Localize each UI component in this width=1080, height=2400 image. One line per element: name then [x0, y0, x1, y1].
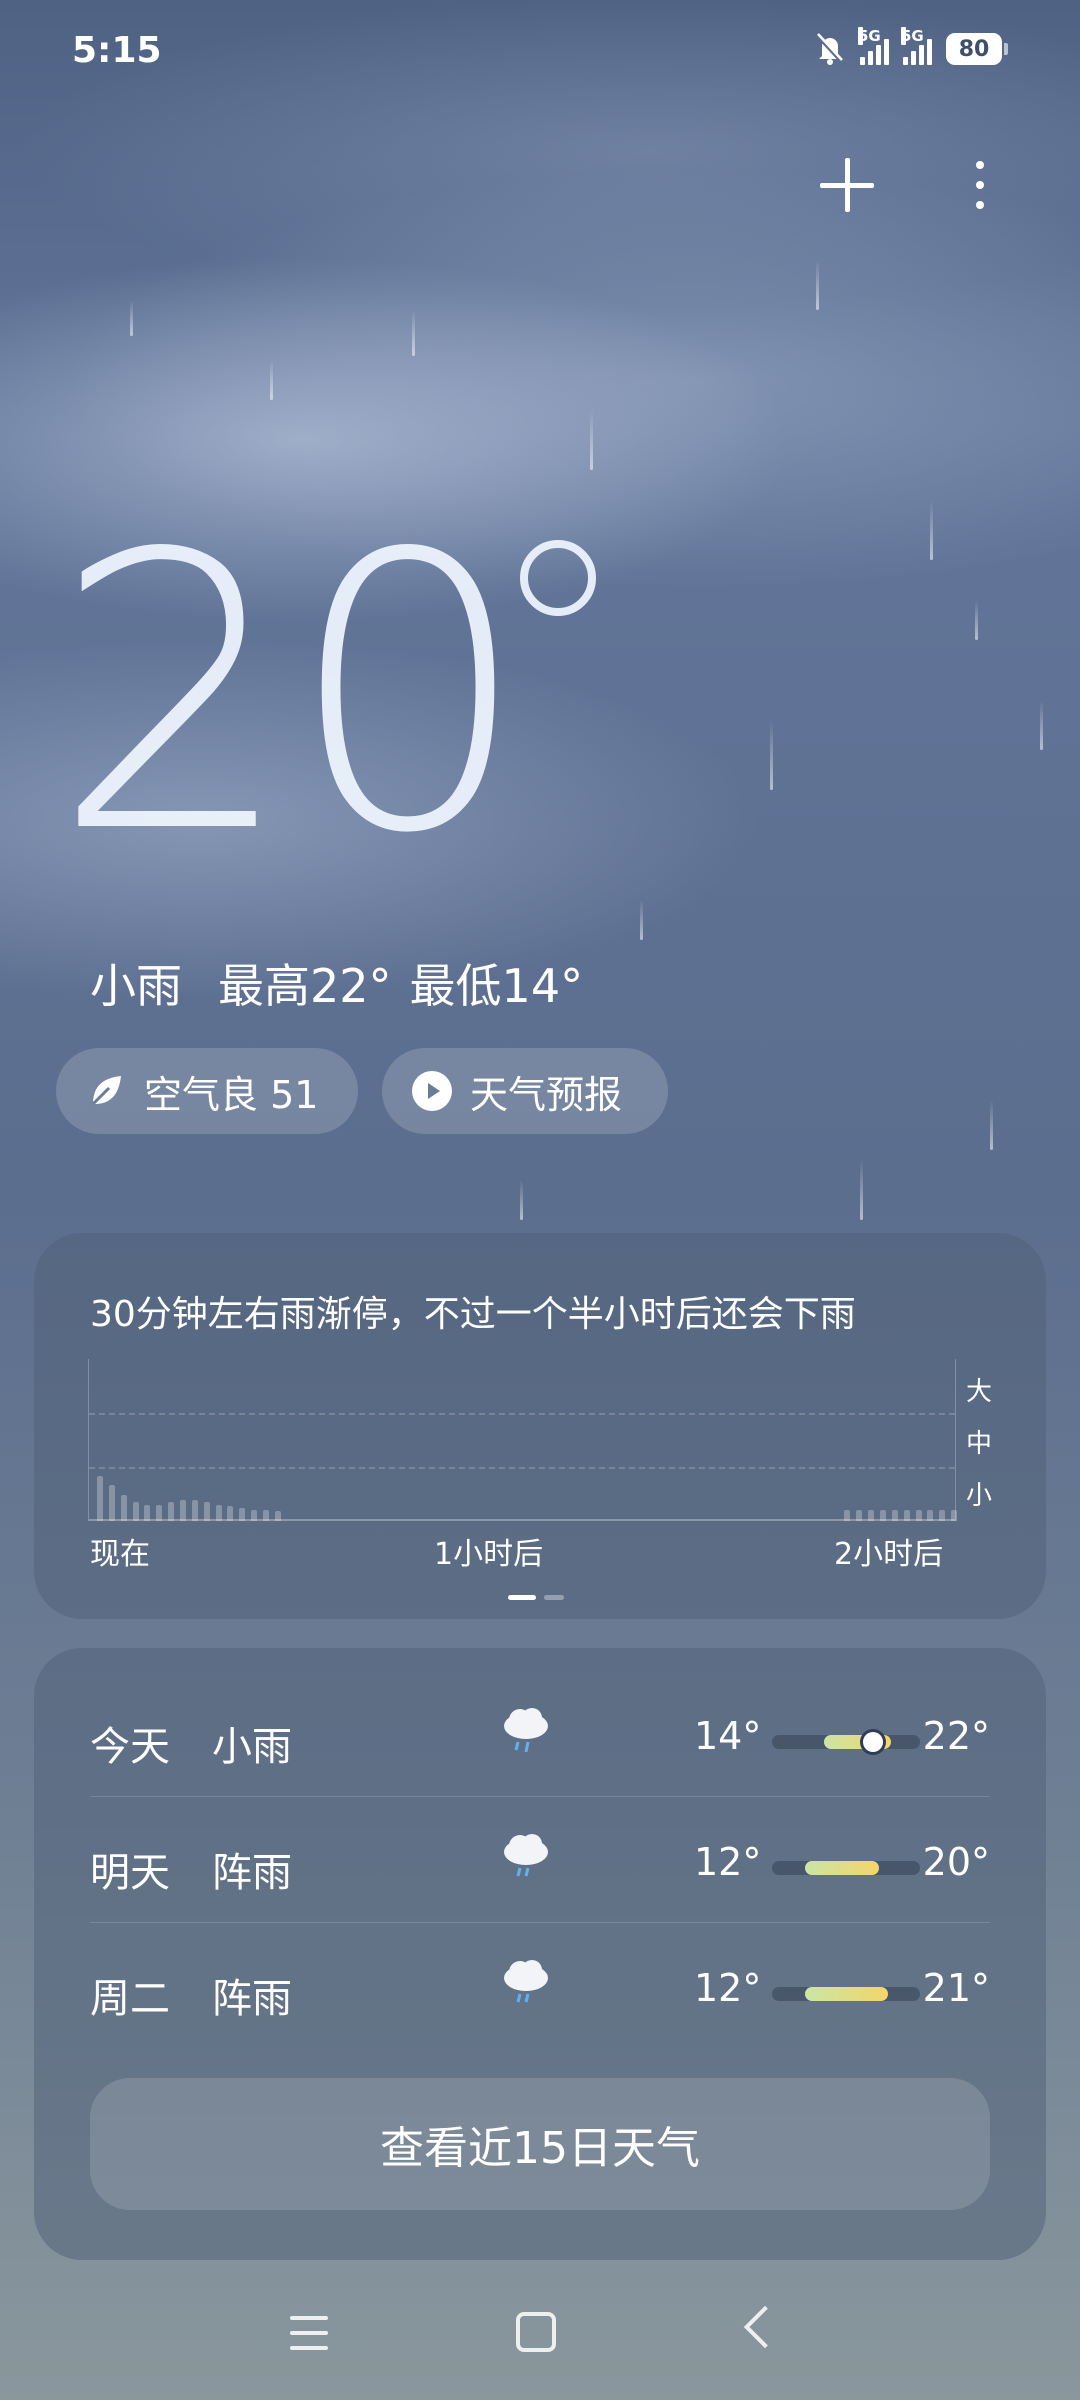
- rain-bar: [844, 1510, 851, 1521]
- rain-bar: [903, 1510, 910, 1521]
- day-high: 22°: [922, 1714, 990, 1758]
- air-quality-label: 空气良 51: [144, 1072, 319, 1117]
- status-bar: 5:15 5G 5G 80: [0, 0, 1080, 110]
- more-options-button[interactable]: [960, 150, 1000, 220]
- forecast-row-tomorrow[interactable]: 明天 阵雨 12° 20°: [90, 1804, 990, 1930]
- rain-forecast-card[interactable]: 30分钟左右雨渐停，不过一个半小时后还会下雨 大 中 小 现在 1小时后 2小时…: [34, 1233, 1046, 1619]
- navigation-bar: [0, 2270, 1080, 2400]
- home-icon[interactable]: [516, 2312, 556, 2352]
- rain-bar: [132, 1502, 139, 1521]
- forecast-video-label: 天气预报: [470, 1072, 623, 1117]
- x-label-2h: 2小时后: [834, 1537, 944, 1572]
- network-type-label: 5G: [858, 27, 881, 45]
- rain-bar: [274, 1511, 281, 1521]
- rain-bar: [144, 1505, 151, 1521]
- rain-bar: [191, 1500, 198, 1521]
- day-condition: 阵雨: [212, 1850, 292, 1896]
- rain-bar: [156, 1505, 163, 1521]
- rain-chart: [88, 1359, 958, 1521]
- y-label-light: 小: [965, 1481, 992, 1511]
- bell-off-icon: [816, 33, 844, 65]
- rain-bar: [251, 1510, 258, 1521]
- temperature-range-fill: [805, 1861, 879, 1875]
- day-label: 明天: [90, 1850, 170, 1896]
- battery-icon: 80: [946, 33, 1008, 65]
- current-temperature: 20: [52, 473, 530, 916]
- day-label: 周二: [90, 1976, 170, 2022]
- play-icon: [412, 1071, 452, 1111]
- menu-icon[interactable]: [290, 2316, 328, 2350]
- signal-icon: 5G: [858, 27, 889, 65]
- rain-bar: [868, 1510, 875, 1521]
- current-temp-marker: [863, 1732, 883, 1752]
- status-time: 5:15: [72, 30, 162, 71]
- high-temperature: 最高22°: [218, 959, 392, 1013]
- view-15-day-button[interactable]: 查看近15日天气: [90, 2078, 990, 2210]
- rain-bar: [263, 1510, 270, 1521]
- weather-summary: 小雨 最高22° 最低14°: [90, 950, 583, 1016]
- rain-bar: [120, 1495, 127, 1521]
- rain-bar: [227, 1506, 234, 1521]
- rain-bar: [879, 1510, 886, 1521]
- rain-bar: [951, 1510, 958, 1521]
- current-condition: 小雨: [90, 959, 182, 1013]
- x-label-now: 现在: [90, 1537, 150, 1572]
- temperature-range-bar: [772, 1861, 920, 1875]
- temperature-range-bar: [772, 1987, 920, 2001]
- rain-bar: [97, 1476, 103, 1521]
- signal-icon: 5G: [901, 27, 932, 65]
- rain-bar: [168, 1502, 175, 1521]
- day-low: 12°: [694, 1966, 762, 2010]
- day-condition: 小雨: [212, 1724, 292, 1770]
- rain-bar: [856, 1510, 863, 1521]
- more-vertical-icon: [976, 161, 984, 169]
- day-high: 21°: [922, 1966, 990, 2010]
- cloud-rain-icon: [504, 1708, 548, 1753]
- daily-forecast-card: 今天 小雨 14° 22° 明天 阵雨 12° 20° 周二 阵雨 12° 21…: [34, 1648, 1046, 2260]
- back-icon[interactable]: [743, 2305, 787, 2349]
- cloud-rain-icon: [504, 1834, 548, 1877]
- rain-bar: [915, 1510, 922, 1521]
- air-quality-chip[interactable]: 空气良 51: [56, 1048, 358, 1134]
- network-type-label: 5G: [901, 27, 924, 45]
- y-label-heavy: 大: [965, 1377, 992, 1407]
- day-high: 20°: [922, 1840, 990, 1884]
- pager-dot-active: [508, 1595, 536, 1600]
- degree-symbol: [520, 540, 596, 616]
- day-condition: 阵雨: [212, 1976, 292, 2022]
- pager-dot: [544, 1595, 564, 1600]
- day-low: 14°: [694, 1714, 762, 1758]
- day-low: 12°: [694, 1840, 762, 1884]
- x-label-1h: 1小时后: [434, 1537, 544, 1572]
- rain-bar: [927, 1510, 934, 1521]
- card-pager: [508, 1595, 564, 1600]
- temperature-range-fill: [805, 1987, 888, 2001]
- cloud-rain-icon: [504, 1960, 548, 2003]
- status-icons: 5G 5G 80: [814, 27, 1008, 66]
- rain-bar: [239, 1508, 246, 1521]
- rain-forecast-title: 30分钟左右雨渐停，不过一个半小时后还会下雨: [90, 1294, 856, 1335]
- day-label: 今天: [90, 1724, 170, 1770]
- forecast-row-tuesday[interactable]: 周二 阵雨 12° 21°: [90, 1930, 990, 2056]
- rain-bar: [891, 1510, 898, 1521]
- forecast-video-chip[interactable]: 天气预报: [382, 1048, 668, 1134]
- add-city-button[interactable]: [812, 150, 882, 220]
- temperature-range-bar: [772, 1732, 920, 1752]
- rain-bar: [108, 1485, 115, 1521]
- low-temperature: 最低14°: [409, 959, 584, 1013]
- rain-bar: [939, 1510, 946, 1521]
- rain-bar: [180, 1500, 187, 1521]
- rain-bar: [215, 1505, 222, 1521]
- forecast-row-today[interactable]: 今天 小雨 14° 22°: [90, 1678, 990, 1804]
- rain-bar: [203, 1502, 210, 1521]
- y-label-moderate: 中: [965, 1429, 992, 1459]
- leaf-icon: [86, 1071, 126, 1111]
